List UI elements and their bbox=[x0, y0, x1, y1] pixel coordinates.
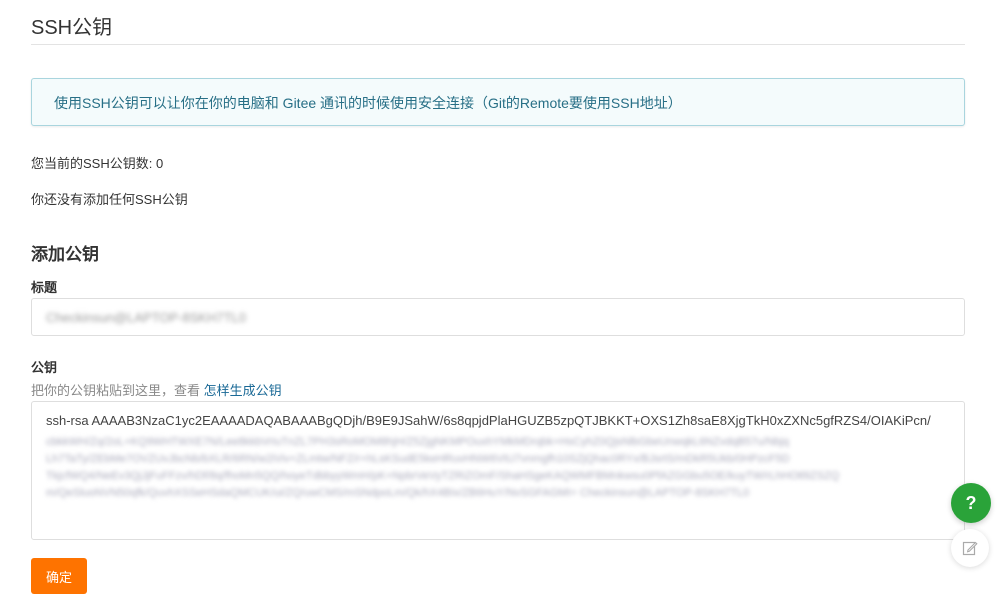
help-button[interactable]: ? bbox=[951, 483, 991, 523]
key-label: 公钥 bbox=[31, 360, 58, 375]
title-input[interactable]: Checkinsun@LAPTOP-8SKH7TL0 bbox=[31, 298, 965, 336]
title-divider bbox=[31, 44, 965, 45]
confirm-button[interactable]: 确定 bbox=[31, 558, 87, 594]
add-key-section-title: 添加公钥 bbox=[31, 245, 99, 264]
title-label: 标题 bbox=[31, 280, 58, 295]
title-input-value: Checkinsun@LAPTOP-8SKH7TL0 bbox=[46, 310, 247, 325]
public-key-visible-line: ssh-rsa AAAAB3NzaC1yc2EAAAADAQABAAABgQDj… bbox=[46, 413, 931, 428]
empty-keys-message: 你还没有添加任何SSH公钥 bbox=[31, 192, 188, 207]
info-message-text: 使用SSH公钥可以让你在你的电脑和 Gitee 通讯的时候使用安全连接（Git的… bbox=[54, 95, 682, 111]
public-key-blurred-line: Lh7TaTy/ZEbMe7OVZUvJbcNb/bXLR/6RN/w2iViv… bbox=[46, 453, 790, 465]
public-key-blurred-line: TkjcfWQ4/NeEv3QjJjFuFFzv/hDf/8q/fhoMn5QQ… bbox=[46, 470, 840, 482]
key-hint-text: 把你的公钥粘贴到这里，查看 bbox=[31, 383, 201, 398]
how-to-generate-key-link[interactable]: 怎样生成公钥 bbox=[204, 383, 282, 398]
key-hint: 把你的公钥粘贴到这里，查看 怎样生成公钥 bbox=[31, 380, 282, 399]
ssh-keys-page: SSH公钥 使用SSH公钥可以让你在你的电脑和 Gitee 通讯的时候使用安全连… bbox=[0, 0, 997, 606]
public-key-blurred-line: m/QeSluoNVN50qfk/QuvhXSSeHSdaQMCUK/ui/ZQ… bbox=[46, 487, 750, 499]
page-title: SSH公钥 bbox=[31, 17, 113, 39]
feedback-button[interactable] bbox=[951, 529, 989, 567]
public-key-textarea[interactable]: ssh-rsa AAAAB3NzaC1yc2EAAAADAQABAAABgQDj… bbox=[31, 401, 965, 540]
info-message-box: 使用SSH公钥可以让你在你的电脑和 Gitee 通讯的时候使用安全连接（Git的… bbox=[31, 78, 965, 126]
public-key-blurred-line: cbkkWH/Zq/2oL+KQ9WHTWXE7N/Lee8kkbVrIuTnZ… bbox=[46, 436, 789, 448]
key-count-text: 您当前的SSH公钥数: 0 bbox=[31, 156, 164, 171]
edit-icon bbox=[962, 541, 978, 556]
